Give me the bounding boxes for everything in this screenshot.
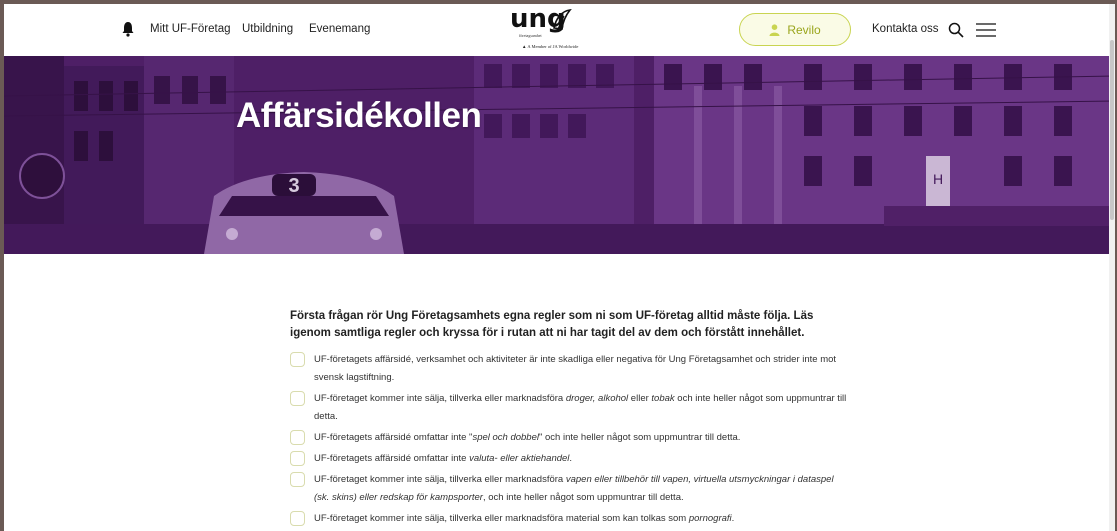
rule-label-text: eller xyxy=(628,393,652,404)
rule-item: UF-företaget kommer inte sälja, tillverk… xyxy=(290,390,850,426)
scrollbar-thumb[interactable] xyxy=(1110,40,1114,220)
rule-label-text: UF-företaget kommer inte sälja, tillverk… xyxy=(314,474,566,485)
hero-street-photo: H 3 xyxy=(4,56,1115,254)
rule-label-text: UF-företagets affärsidé omfattar inte xyxy=(314,453,470,464)
rule-label-text: UF-företagets affärsidé omfattar inte " xyxy=(314,432,473,443)
rule-label-text: , och inte heller något som uppmuntrar t… xyxy=(482,492,684,503)
user-icon xyxy=(769,23,780,36)
rule-label: UF-företagets affärsidé, verksamhet och … xyxy=(314,354,836,383)
rules-checklist: Första frågan rör Ung Företagsamhets egn… xyxy=(290,308,850,531)
rule-checkbox[interactable] xyxy=(290,391,305,406)
rule-checkbox[interactable] xyxy=(290,430,305,445)
rule-label: UF-företagets affärsidé omfattar inte "s… xyxy=(314,432,740,443)
nav-link-mitt-uf-foretag[interactable]: Mitt UF-Företag xyxy=(150,23,231,35)
logo-tagline: ▲ A Member of JA Worldwide xyxy=(522,44,579,49)
rule-label-text: . xyxy=(731,513,735,524)
page-title: Affärsidékollen xyxy=(236,96,482,135)
intro-text: Första frågan rör Ung Företagsamhets egn… xyxy=(290,310,814,339)
nav-link-utbildning[interactable]: Utbildning xyxy=(242,23,293,35)
logo[interactable]: ung företagsamhet ▲ A Member of JA World… xyxy=(510,4,579,54)
contact-link[interactable]: Kontakta oss xyxy=(872,23,938,35)
hero-banner: H 3 Affärsidékollen xyxy=(4,56,1115,254)
rule-item: UF-företagets affärsidé omfattar inte va… xyxy=(290,450,850,468)
user-button-label: Revilo xyxy=(787,22,821,37)
rule-label: UF-företaget kommer inte sälja, tillverk… xyxy=(314,513,734,524)
rule-item: UF-företagets affärsidé omfattar inte "s… xyxy=(290,429,850,447)
rule-label-text: UF-företaget kommer inte sälja, tillverk… xyxy=(314,513,689,524)
rule-label-text: UF-företaget kommer inte sälja, tillverk… xyxy=(314,393,566,404)
logo-subtext: företagsamhet xyxy=(519,33,542,38)
browser-viewport: Mitt UF-Företag Utbildning Evenemang ung… xyxy=(4,4,1115,531)
rule-label-text: UF-företagets affärsidé, verksamhet och … xyxy=(314,354,837,383)
rule-label-text: " och inte heller något som uppmuntrar t… xyxy=(539,432,741,443)
rule-label: UF-företaget kommer inte sälja, tillverk… xyxy=(314,474,834,503)
rule-label: UF-företaget kommer inte sälja, tillverk… xyxy=(314,393,846,422)
search-icon[interactable] xyxy=(948,22,964,38)
rule-checkbox[interactable] xyxy=(290,511,305,526)
rule-label: UF-företagets affärsidé omfattar inte va… xyxy=(314,453,572,464)
rule-item: UF-företaget kommer inte sälja, tillverk… xyxy=(290,471,850,507)
rule-label-text: . xyxy=(569,453,573,464)
rule-label-emphasis: spel och dobbel xyxy=(472,432,539,443)
site-header: Mitt UF-Företag Utbildning Evenemang ung… xyxy=(4,4,1115,56)
rule-label-emphasis: valuta- eller aktiehandel xyxy=(469,453,570,464)
rule-checkbox[interactable] xyxy=(290,451,305,466)
rule-item: UF-företaget kommer inte sälja, tillverk… xyxy=(290,510,850,528)
rule-label-emphasis: droger, alkohol xyxy=(565,393,629,404)
scrollbar[interactable] xyxy=(1109,4,1115,531)
hamburger-menu-icon[interactable] xyxy=(976,22,996,38)
nav-link-evenemang[interactable]: Evenemang xyxy=(309,23,370,35)
user-account-button[interactable]: Revilo xyxy=(739,13,851,46)
bell-icon[interactable] xyxy=(121,21,135,37)
rule-checkbox[interactable] xyxy=(290,472,305,487)
rule-item: UF-företagets affärsidé, verksamhet och … xyxy=(290,351,850,387)
rule-label-emphasis: tobak xyxy=(651,393,675,404)
logo-mark-icon xyxy=(553,8,572,30)
rule-checkbox[interactable] xyxy=(290,352,305,367)
rule-label-emphasis: pornografi xyxy=(688,513,732,524)
